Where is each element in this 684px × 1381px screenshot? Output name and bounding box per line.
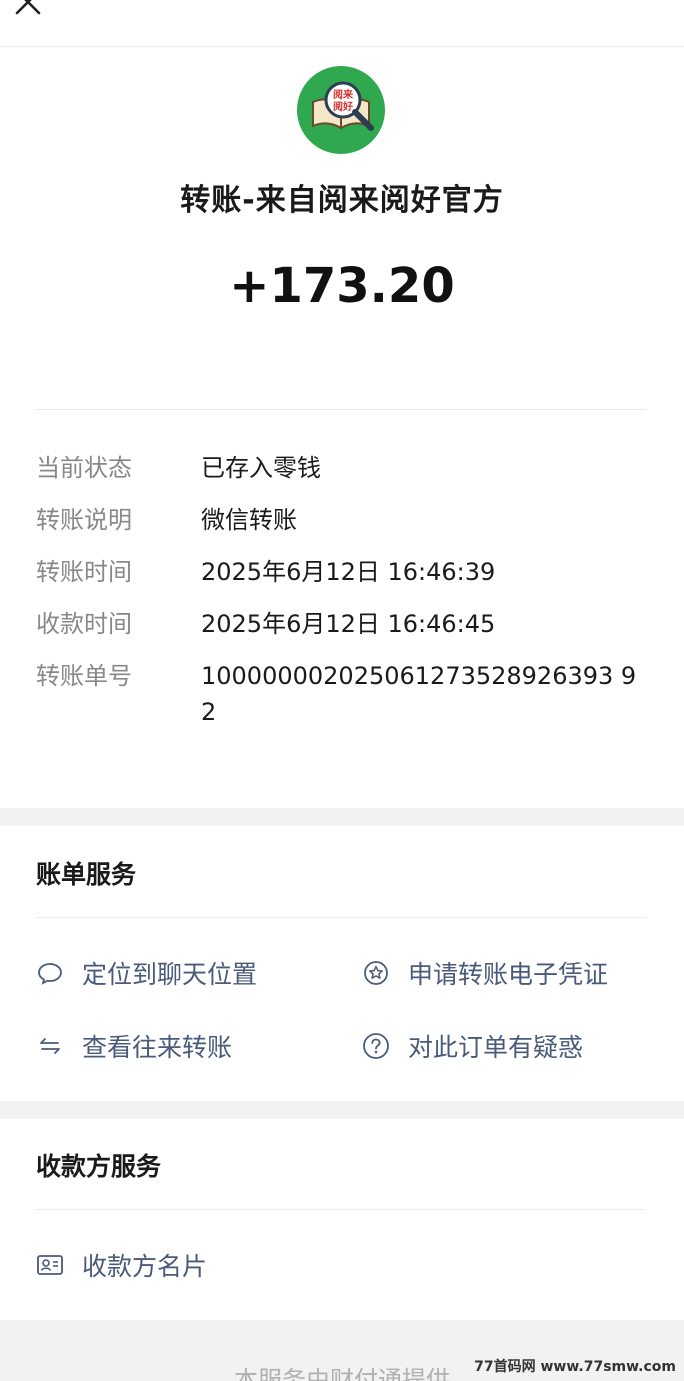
page-title: 转账-来自阅来阅好官方 [180, 183, 504, 218]
transfer-amount: +173.20 [229, 258, 455, 314]
section-gap [0, 808, 684, 826]
top-divider [0, 46, 684, 47]
detail-value: 2025年6月12日 16:46:45 [201, 610, 496, 638]
detail-label: 转账说明 [36, 506, 132, 534]
swap-arrows-icon [36, 1032, 64, 1060]
detail-value: 已存入零钱 [201, 454, 321, 482]
payee-services-divider [36, 1209, 646, 1210]
payee-card-button[interactable]: 收款方名片 [36, 1247, 207, 1283]
bill-services-divider [36, 917, 646, 918]
amount-divider [36, 409, 646, 410]
svg-text:阅好: 阅好 [333, 100, 353, 113]
contact-card-icon [36, 1251, 64, 1279]
detail-label: 收款时间 [36, 610, 132, 638]
locate-chat-button[interactable]: 定位到聊天位置 [36, 955, 257, 991]
section-gap [0, 1101, 684, 1119]
detail-value: 微信转账 [201, 506, 297, 534]
order-question-label: 对此订单有疑惑 [408, 1033, 584, 1062]
view-transfers-button[interactable]: 查看往来转账 [36, 1028, 232, 1064]
view-transfers-label: 查看往来转账 [82, 1033, 233, 1062]
close-icon [15, 0, 41, 15]
chat-bubble-icon [36, 959, 64, 987]
detail-value: 2025年6月12日 16:46:39 [201, 558, 496, 586]
locate-chat-label: 定位到聊天位置 [82, 960, 258, 989]
merchant-logo: 阅来 阅好 [297, 66, 385, 154]
payee-card-label: 收款方名片 [82, 1252, 208, 1281]
order-question-button[interactable]: 对此订单有疑惑 [362, 1028, 583, 1064]
detail-value: 100000002025061273528926393 92 [201, 662, 637, 726]
watermark: 77首码网 www.77smw.com [474, 1359, 676, 1375]
svg-text:阅来: 阅来 [333, 88, 354, 101]
detail-label: 转账时间 [36, 558, 132, 586]
apply-voucher-label: 申请转账电子凭证 [408, 960, 609, 989]
question-icon [362, 1032, 390, 1060]
apply-voucher-button[interactable]: 申请转账电子凭证 [362, 955, 608, 991]
bill-services-title: 账单服务 [36, 860, 137, 889]
payee-services-title: 收款方服务 [36, 1152, 162, 1181]
detail-label: 当前状态 [36, 454, 132, 482]
detail-label: 转账单号 [36, 662, 132, 690]
book-magnifier-icon: 阅来 阅好 [312, 81, 374, 131]
close-button[interactable] [12, 0, 44, 18]
star-badge-icon [362, 959, 390, 987]
